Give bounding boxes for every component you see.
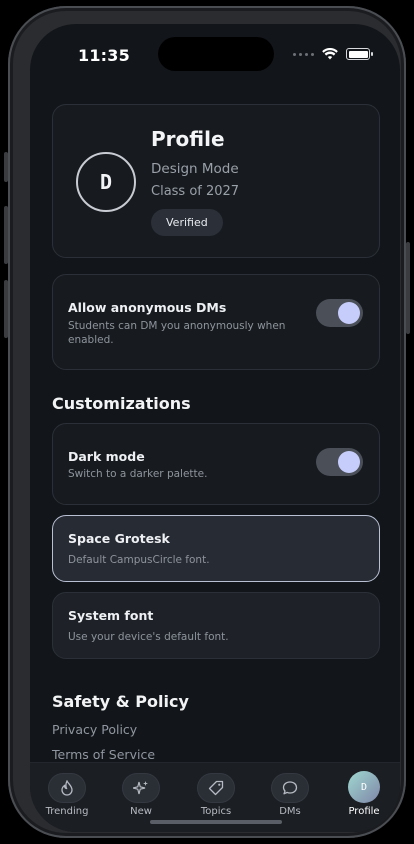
font-option-space-grotesk[interactable]: Space Grotesk Default CampusCircle font. bbox=[52, 515, 380, 582]
dark-mode-description: Switch to a darker palette. bbox=[68, 468, 208, 480]
anonymous-dms-toggle[interactable] bbox=[316, 299, 363, 327]
status-bar: 11:35 bbox=[30, 24, 400, 84]
dark-mode-setting[interactable]: Dark mode Switch to a darker palette. bbox=[52, 423, 380, 505]
battery-icon bbox=[346, 48, 373, 60]
tab-dms[interactable]: DMs bbox=[259, 773, 321, 817]
tab-label: New bbox=[130, 806, 152, 817]
tab-label: Profile bbox=[348, 806, 380, 817]
tab-trending[interactable]: Trending bbox=[36, 773, 98, 817]
page-title: Profile bbox=[151, 127, 225, 151]
profile-class-year: Class of 2027 bbox=[151, 184, 240, 199]
font-option-description: Default CampusCircle font. bbox=[68, 554, 210, 566]
anonymous-dms-description: Students can DM you anonymously when ena… bbox=[68, 320, 286, 346]
dark-mode-toggle[interactable] bbox=[316, 448, 363, 476]
side-button-silent bbox=[4, 152, 8, 182]
side-button-volume-up bbox=[4, 206, 8, 264]
dynamic-island bbox=[158, 37, 274, 71]
tab-label: DMs bbox=[279, 806, 301, 817]
flame-icon bbox=[48, 773, 86, 803]
side-button-volume-down bbox=[4, 280, 8, 338]
anonymous-dms-title: Allow anonymous DMs bbox=[68, 300, 227, 315]
wifi-icon bbox=[322, 48, 338, 60]
privacy-policy-link[interactable]: Privacy Policy bbox=[52, 722, 137, 737]
tab-profile[interactable]: D Profile bbox=[333, 771, 395, 817]
toggle-knob bbox=[338, 302, 360, 324]
profile-name: Design Mode bbox=[151, 161, 239, 177]
tab-topics[interactable]: Topics bbox=[185, 773, 247, 817]
dark-mode-title: Dark mode bbox=[68, 449, 145, 464]
tab-label: Topics bbox=[200, 806, 232, 817]
side-button-power bbox=[406, 242, 410, 334]
customizations-heading: Customizations bbox=[52, 394, 191, 413]
status-time: 11:35 bbox=[78, 46, 130, 65]
profile-card: D Profile Design Mode Class of 2027 Veri… bbox=[52, 104, 380, 258]
font-option-system-font[interactable]: System font Use your device's default fo… bbox=[52, 592, 380, 659]
tag-icon bbox=[197, 773, 235, 803]
terms-of-service-link[interactable]: Terms of Service bbox=[52, 747, 155, 762]
tab-label: Trending bbox=[45, 806, 89, 817]
phone-frame: 11:35 D Profile Design Mode Class of 202… bbox=[4, 6, 410, 838]
tab-new[interactable]: New bbox=[110, 773, 172, 817]
status-icons bbox=[293, 48, 373, 60]
anonymous-dms-setting[interactable]: Allow anonymous DMs Students can DM you … bbox=[52, 274, 380, 370]
font-option-title: Space Grotesk bbox=[68, 531, 170, 546]
sparkles-icon bbox=[122, 773, 160, 803]
toggle-knob bbox=[338, 451, 360, 473]
chat-bubble-icon bbox=[271, 773, 309, 803]
home-indicator[interactable] bbox=[150, 820, 282, 824]
font-option-title: System font bbox=[68, 608, 154, 623]
avatar: D bbox=[76, 152, 136, 212]
font-option-description: Use your device's default font. bbox=[68, 631, 229, 643]
screen: 11:35 D Profile Design Mode Class of 202… bbox=[30, 24, 400, 832]
verified-badge: Verified bbox=[151, 209, 223, 236]
avatar: D bbox=[348, 771, 380, 803]
safety-policy-heading: Safety & Policy bbox=[52, 692, 189, 711]
cellular-signal-icon bbox=[293, 52, 314, 56]
